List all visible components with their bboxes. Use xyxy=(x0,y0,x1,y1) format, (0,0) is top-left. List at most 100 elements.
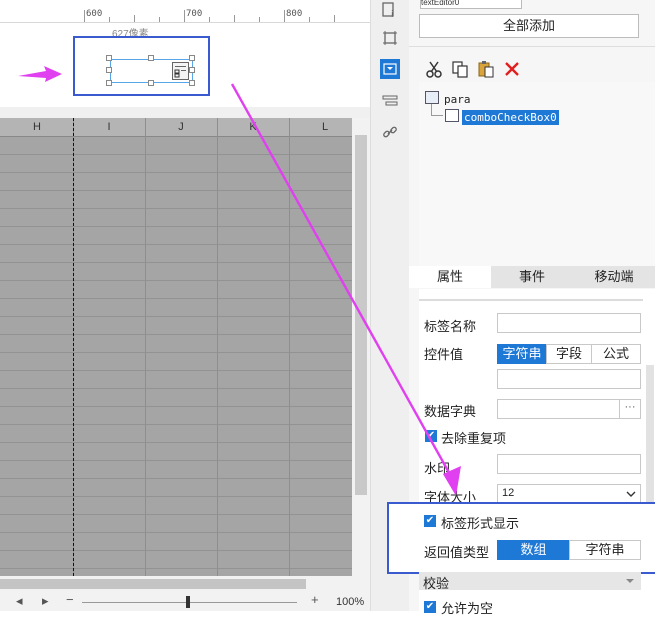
report-grid[interactable]: H I J K L xyxy=(0,118,352,576)
tree-item-combo-checkbox[interactable]: comboCheckBox0 xyxy=(462,110,559,125)
chevron-down-icon xyxy=(626,579,634,583)
column-header-row: H I J K L xyxy=(0,118,352,137)
paste-icon[interactable] xyxy=(477,60,495,83)
tab-properties[interactable]: 属性 xyxy=(409,266,491,288)
grid-column-line xyxy=(289,118,290,576)
ruler-tick xyxy=(234,15,235,22)
cut-icon[interactable] xyxy=(425,60,443,83)
grid-row-line xyxy=(0,532,352,533)
delete-icon[interactable] xyxy=(503,60,521,83)
tree-item-para[interactable]: para xyxy=(444,93,471,106)
column-header[interactable]: I xyxy=(94,121,124,133)
control-value-field-option[interactable]: 字段 xyxy=(546,344,592,364)
grid-row-line xyxy=(0,280,352,281)
resize-handle[interactable] xyxy=(189,55,195,61)
grid-column-line xyxy=(145,118,146,576)
font-size-value: 12 xyxy=(502,487,515,499)
ruler-tick xyxy=(209,17,210,22)
grid-row-line xyxy=(0,406,352,407)
font-size-select[interactable]: 12 xyxy=(497,484,641,504)
grid-row-line xyxy=(0,316,352,317)
validation-section-header[interactable]: 校验 xyxy=(419,572,641,591)
data-dictionary-button[interactable]: ··· xyxy=(619,399,641,419)
grid-row-line xyxy=(0,478,352,479)
resize-handle[interactable] xyxy=(148,55,154,61)
grid-row-line xyxy=(0,262,352,263)
resize-handle[interactable] xyxy=(106,80,112,86)
ruler-tick xyxy=(284,10,285,22)
zoom-in-button[interactable]: + xyxy=(311,592,319,607)
ruler-tick xyxy=(84,10,85,22)
add-all-button[interactable]: 全部添加 xyxy=(419,14,639,38)
resize-handle[interactable] xyxy=(148,80,154,86)
vertical-scroll-thumb[interactable] xyxy=(355,135,367,495)
next-sheet-button[interactable]: ▸ xyxy=(42,593,49,609)
horizontal-scroll-thumb[interactable] xyxy=(0,579,306,589)
watermark-input[interactable] xyxy=(497,454,641,474)
resize-handle[interactable] xyxy=(106,67,112,73)
tree-connector xyxy=(431,115,443,116)
ruler-tick xyxy=(109,17,110,22)
page-break-line xyxy=(73,118,74,576)
resize-handle[interactable] xyxy=(189,67,195,73)
control-value-formula-option[interactable]: 公式 xyxy=(591,344,641,364)
combo-checkbox-icon xyxy=(172,62,189,80)
grid-row-line xyxy=(0,190,352,191)
return-type-label: 返回值类型 xyxy=(424,545,490,560)
resize-handle[interactable] xyxy=(189,80,195,86)
horizontal-ruler: 600 700 800 xyxy=(0,0,370,23)
link-icon[interactable] xyxy=(380,122,400,142)
control-value-string-option[interactable]: 字符串 xyxy=(497,344,547,364)
zoom-out-button[interactable]: − xyxy=(66,592,74,607)
tag-display-checkbox[interactable]: ✔ xyxy=(424,515,436,527)
ruler-label: 700 xyxy=(186,9,203,19)
allow-empty-checkbox[interactable]: ✔ xyxy=(424,601,436,613)
dedupe-checkbox[interactable]: ✔ xyxy=(425,430,437,442)
grid-row-line xyxy=(0,370,352,371)
grid-row-line xyxy=(0,244,352,245)
column-header[interactable]: K xyxy=(238,121,268,133)
grid-column-line xyxy=(217,118,218,576)
column-header[interactable]: L xyxy=(310,121,340,133)
ruler-tick xyxy=(334,15,335,22)
control-value-input[interactable] xyxy=(497,369,641,389)
copy-icon[interactable] xyxy=(451,60,469,83)
zoom-slider-thumb[interactable] xyxy=(186,596,190,608)
tab-mobile[interactable]: 移动端 xyxy=(573,266,655,288)
tag-name-input[interactable] xyxy=(497,313,641,333)
grid-row-line xyxy=(0,334,352,335)
property-tabs: 属性 事件 移动端 xyxy=(409,266,655,288)
validation-label: 校验 xyxy=(423,576,450,591)
return-type-string-option[interactable]: 字符串 xyxy=(569,540,641,560)
chevron-down-icon xyxy=(626,491,636,497)
grid-row-line xyxy=(0,514,352,515)
list-icon[interactable] xyxy=(380,91,400,111)
grid-row-line xyxy=(0,226,352,227)
ruler-tick xyxy=(184,10,185,22)
widget-icon[interactable] xyxy=(380,59,400,79)
grid-row-line xyxy=(0,460,352,461)
divider xyxy=(419,299,643,301)
data-dictionary-input[interactable] xyxy=(497,399,621,419)
ruler-tick xyxy=(134,15,135,22)
divider xyxy=(409,46,655,47)
zoom-level: 100% xyxy=(336,596,365,608)
ruler-tick xyxy=(309,17,310,22)
svg-text:i: i xyxy=(391,10,394,18)
watermark-label: 水印 xyxy=(424,461,451,476)
ruler-tick xyxy=(259,17,260,22)
resize-handle[interactable] xyxy=(106,55,112,61)
grid-row-line xyxy=(0,442,352,443)
grid-row-line xyxy=(0,388,352,389)
report-icon[interactable]: i xyxy=(380,0,400,20)
ruler-label: 600 xyxy=(86,9,103,19)
column-header[interactable]: H xyxy=(22,121,52,133)
column-header[interactable]: J xyxy=(166,121,196,133)
grid-row-line xyxy=(0,154,352,155)
tab-events[interactable]: 事件 xyxy=(491,266,573,288)
previous-widget-item[interactable]: textEditor0 xyxy=(420,0,522,9)
tag-name-label: 标签名称 xyxy=(424,319,477,334)
frame-icon[interactable] xyxy=(380,28,400,48)
prev-sheet-button[interactable]: ◂ xyxy=(16,593,23,609)
return-type-array-option[interactable]: 数组 xyxy=(497,540,570,560)
